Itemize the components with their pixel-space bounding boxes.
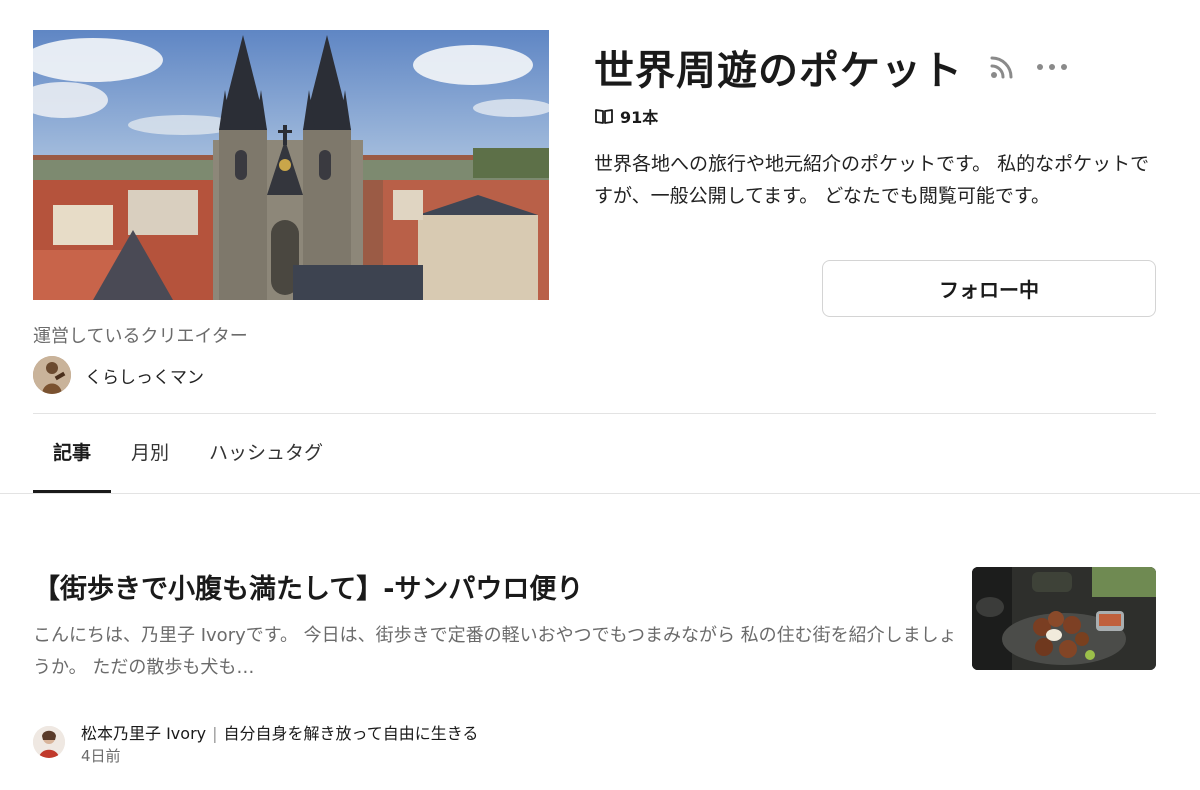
magazine-description: 世界各地への旅行や地元紹介のポケットです。 私的なポケットですが、一般公開してま… [594,153,1150,207]
author-name[interactable]: 松本乃里子 Ivory [81,724,206,743]
rss-icon[interactable] [989,54,1015,80]
author-tagline: 自分自身を解き放って自由に生きる [223,724,479,743]
magazine-cover-image [33,30,549,300]
avatar[interactable] [33,356,71,394]
tab-hashtags[interactable]: ハッシュタグ [189,437,343,493]
magazine-title: 世界周遊のポケット [594,48,963,94]
article-count-value: 91本 [620,108,659,127]
creator-link[interactable]: くらしっくマン [33,356,204,394]
author-separator: | [212,724,218,743]
author-avatar[interactable] [33,726,65,758]
creator-name[interactable]: くらしっくマン [85,363,204,388]
article-count: 91本 [594,104,658,128]
divider [33,413,1156,414]
more-dots-icon[interactable] [1037,54,1067,80]
tab-bar: 記事 月別 ハッシュタグ [33,437,343,493]
article-excerpt[interactable]: こんにちは、乃里子 Ivoryです。 今日は、街歩きで定番の軽いおやつでもつまみ… [33,620,958,684]
tab-monthly[interactable]: 月別 [111,437,189,493]
article-author[interactable]: 松本乃里子 Ivory | 自分自身を解き放って自由に生きる 4日前 [33,722,478,766]
divider [0,493,1200,494]
creator-section-label: 運営しているクリエイター [33,326,248,347]
follow-button[interactable]: フォロー中 [822,260,1156,317]
article-thumbnail[interactable] [972,567,1156,670]
tab-articles[interactable]: 記事 [33,437,112,493]
book-icon [595,109,613,124]
article-title[interactable]: 【街歩きで小腹も満たして】-サンパウロ便り [33,567,583,606]
article-date: 4日前 [81,747,121,765]
